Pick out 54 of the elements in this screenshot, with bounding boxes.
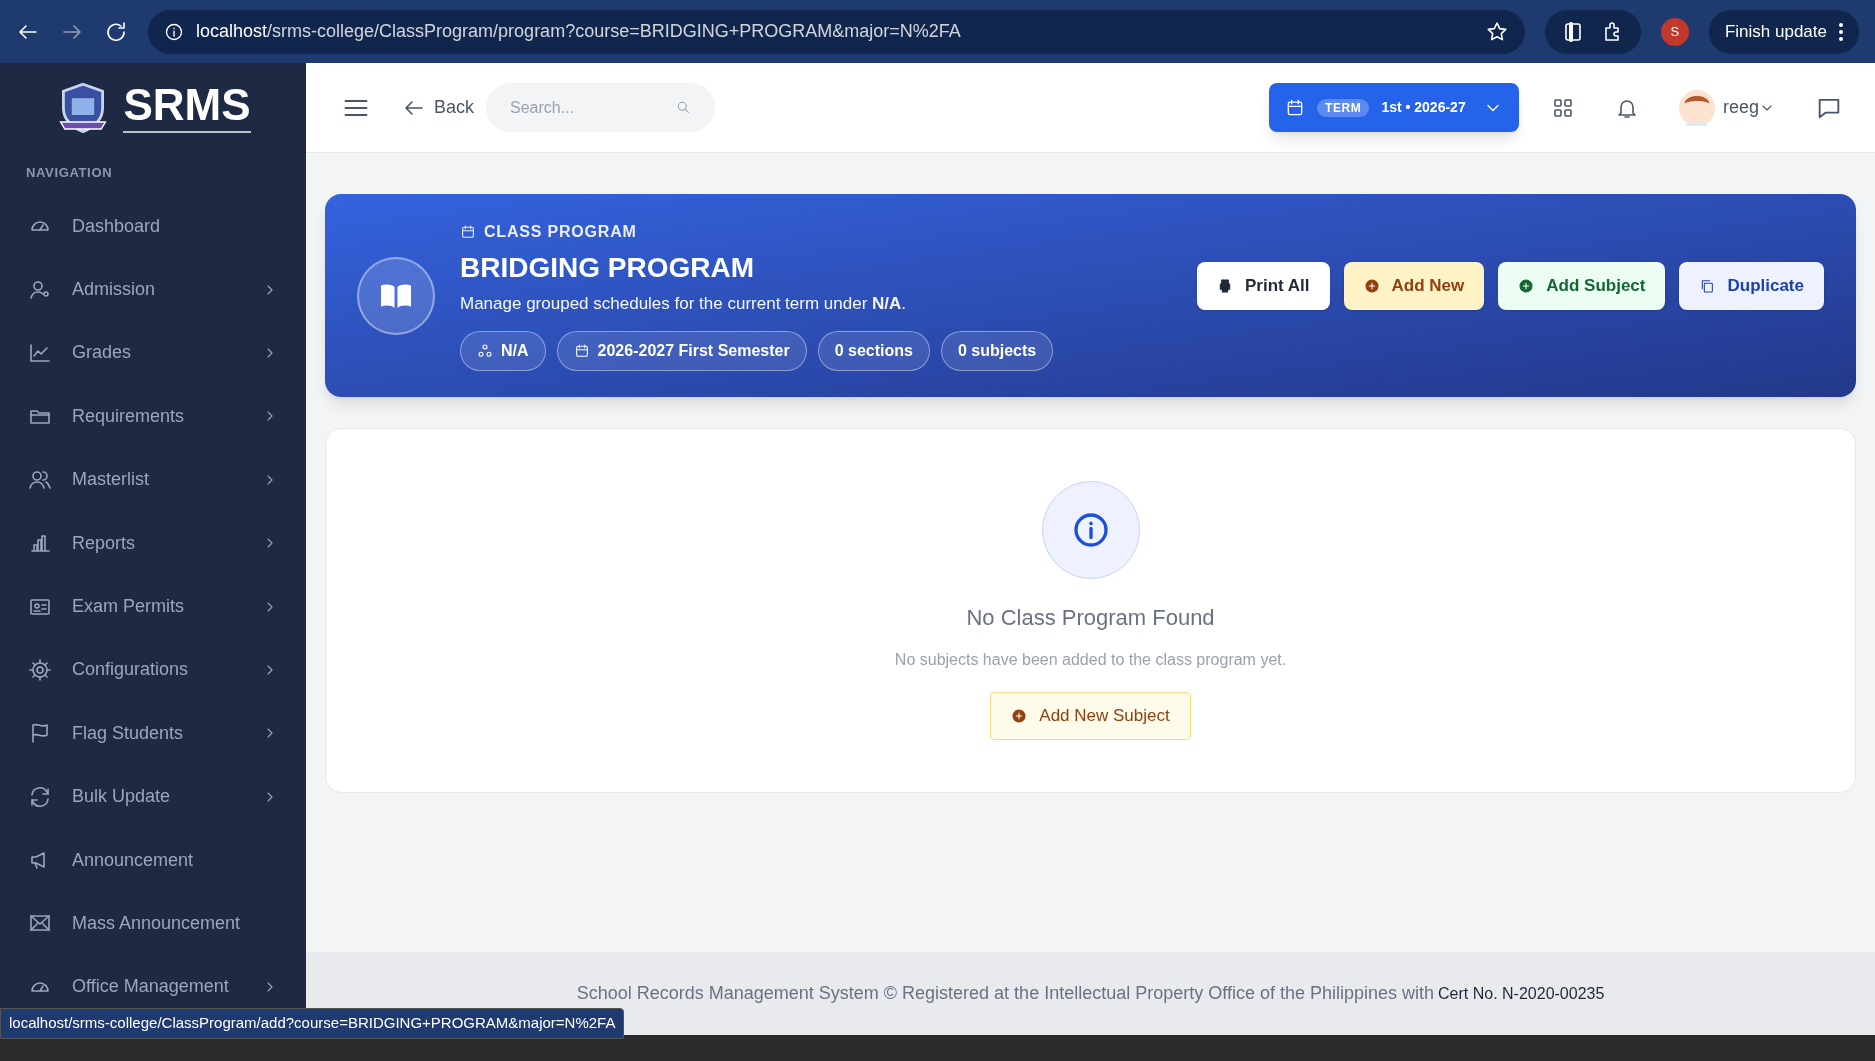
sidebar-item[interactable]: Reports (0, 511, 306, 575)
address-bar[interactable]: localhost/srms-college/ClassProgram/program?course=BRIDGING+PROGRAM&major=N%2FA (148, 9, 1525, 54)
sidebar-item[interactable]: Mass Announcement (0, 891, 306, 956)
empty-state-message: No subjects have been added to the class program yet. (894, 650, 1287, 670)
banner-eyebrow: CLASS PROGRAM (484, 222, 637, 243)
menu-item-icon (28, 657, 52, 682)
profile-avatar[interactable]: S (1660, 17, 1689, 46)
calendar-clock-icon (460, 224, 476, 241)
action-button[interactable]: Add Subject (1498, 261, 1666, 310)
url-text: localhost/srms-college/ClassProgram/program?course=BRIDGING+PROGRAM&major=N%2FA (196, 20, 962, 43)
chip-icon (573, 342, 590, 359)
term-selector[interactable]: TERM 1st • 2026-27 (1268, 83, 1519, 132)
finish-update-button[interactable]: Finish update (1708, 9, 1859, 54)
plus-circle-icon (1518, 277, 1535, 294)
copy-icon (1699, 277, 1716, 294)
footer-text: School Records Management System © Registered at the Intellectual Property Office of the Philippines with (576, 982, 1435, 1005)
sidebar-item[interactable]: Bulk Update (0, 765, 306, 829)
menu-item-icon (28, 784, 52, 809)
search-icon (675, 99, 692, 115)
back-button[interactable]: Back (402, 94, 475, 121)
program-title: BRIDGING PROGRAM (460, 251, 755, 286)
sidebar-item[interactable]: Grades (0, 321, 306, 385)
sidebar-item[interactable]: Exam Permits (0, 574, 306, 639)
reload-icon (104, 19, 128, 44)
info-chip: 0 subjects (940, 330, 1054, 371)
info-chip: N/A (460, 330, 546, 371)
sidebar-item[interactable]: Masterlist (0, 448, 306, 512)
sidebar-item[interactable]: Flag Students (0, 701, 306, 765)
term-tag: TERM (1316, 98, 1370, 117)
plus-circle-icon (1011, 708, 1028, 724)
sidebar-item[interactable]: Announcement (0, 828, 306, 892)
sidebar-item[interactable]: Admission (0, 257, 306, 322)
user-avatar (1678, 89, 1715, 126)
site-info-icon (164, 21, 184, 42)
more-icon (1839, 22, 1843, 41)
user-menu[interactable]: reeg (1722, 94, 1775, 121)
info-chip: 2026-2027 First Semester (556, 330, 807, 371)
info-chip: 0 sections (817, 330, 930, 371)
plus-circle-icon (1363, 277, 1380, 294)
empty-state-title: No Class Program Found (966, 604, 1215, 632)
action-button[interactable]: Print All (1197, 261, 1330, 310)
action-button[interactable]: Add New (1343, 261, 1485, 310)
add-new-subject-button[interactable]: Add New Subject (990, 692, 1191, 740)
certificate-number: Cert No. N-2020-00235 (1438, 983, 1605, 1004)
sidebar-item[interactable]: Dashboard (0, 194, 306, 258)
chip-icon (477, 342, 493, 359)
program-description: Manage grouped schedules for the current term under N/A. (460, 293, 908, 316)
app-logo-text: SRMS (123, 83, 251, 133)
nav-section-label: NAVIGATION (25, 164, 114, 182)
sidebar-item[interactable]: Configurations (0, 638, 306, 702)
link-status-tooltip: localhost/srms-college/ClassProgram/add?course=BRIDGING+PROGRAM&major=N%2FA (0, 1008, 625, 1039)
action-button[interactable]: Duplicate (1679, 261, 1824, 310)
search-field[interactable]: Search... (486, 83, 716, 132)
sidebar-item[interactable]: Requirements (0, 384, 306, 449)
